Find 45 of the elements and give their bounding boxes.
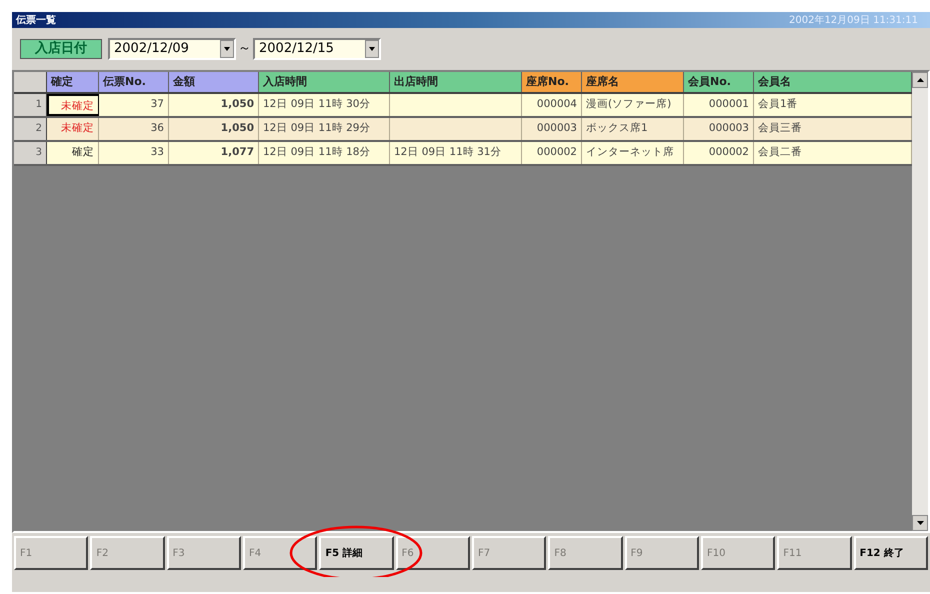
table-cell: 000002 xyxy=(684,142,754,164)
date-to-field[interactable]: 2002/12/15 xyxy=(253,38,381,60)
table-cell: 1,050 xyxy=(169,118,259,140)
vertical-scrollbar[interactable] xyxy=(912,72,928,531)
table-cell: 000002 xyxy=(522,142,582,164)
table-cell: ボックス席1 xyxy=(582,118,684,140)
column-header: 会員No. xyxy=(684,72,754,92)
column-header: 座席No. xyxy=(522,72,582,92)
column-header: 出店時間 xyxy=(390,72,522,92)
table-cell: 37 xyxy=(99,94,169,116)
table-cell: 000004 xyxy=(522,94,582,116)
table-cell: 12日 09日 11時 29分 xyxy=(259,118,390,140)
row-number[interactable]: 3 xyxy=(14,142,47,164)
table-cell: 36 xyxy=(99,118,169,140)
table-cell: インターネット席 xyxy=(582,142,684,164)
column-header: 伝票No. xyxy=(99,72,169,92)
window-title: 伝票一覧 xyxy=(16,14,56,28)
scroll-up-icon[interactable] xyxy=(916,78,924,82)
table-cell: 確定 xyxy=(47,142,99,164)
table-cell: 12日 09日 11時 31分 xyxy=(390,142,522,164)
column-header: 金額 xyxy=(169,72,259,92)
table-cell: 33 xyxy=(99,142,169,164)
table-cell: 1,077 xyxy=(169,142,259,164)
column-header: 入店時間 xyxy=(259,72,390,92)
date-from-field[interactable]: 2002/12/09 xyxy=(108,38,236,60)
table-cell: 000001 xyxy=(684,94,754,116)
table-cell: 未確定 xyxy=(47,94,99,116)
table-cell: 000003 xyxy=(684,118,754,140)
column-header: 座席名 xyxy=(582,72,684,92)
function-key-button[interactable]: F5 詳細 xyxy=(319,536,394,570)
table-cell: 12日 09日 11時 30分 xyxy=(259,94,390,116)
function-key-button[interactable]: F12 終了 xyxy=(854,536,928,570)
clock-text: 2002年12月09日 11:31:11 xyxy=(789,14,918,28)
table-cell: 000003 xyxy=(522,118,582,140)
table-cell: 未確定 xyxy=(47,118,99,140)
column-header: 確定 xyxy=(47,72,99,92)
range-separator: ～ xyxy=(238,40,251,58)
table-cell: 漫画(ソファー席) xyxy=(582,94,684,116)
table-cell: 12日 09日 11時 18分 xyxy=(259,142,390,164)
table-cell: 1,050 xyxy=(169,94,259,116)
date-label: 入店日付 xyxy=(20,39,102,59)
row-number[interactable]: 1 xyxy=(14,94,47,116)
row-number[interactable]: 2 xyxy=(14,118,47,140)
scroll-down-icon[interactable] xyxy=(916,521,924,525)
column-header: 会員名 xyxy=(754,72,912,92)
